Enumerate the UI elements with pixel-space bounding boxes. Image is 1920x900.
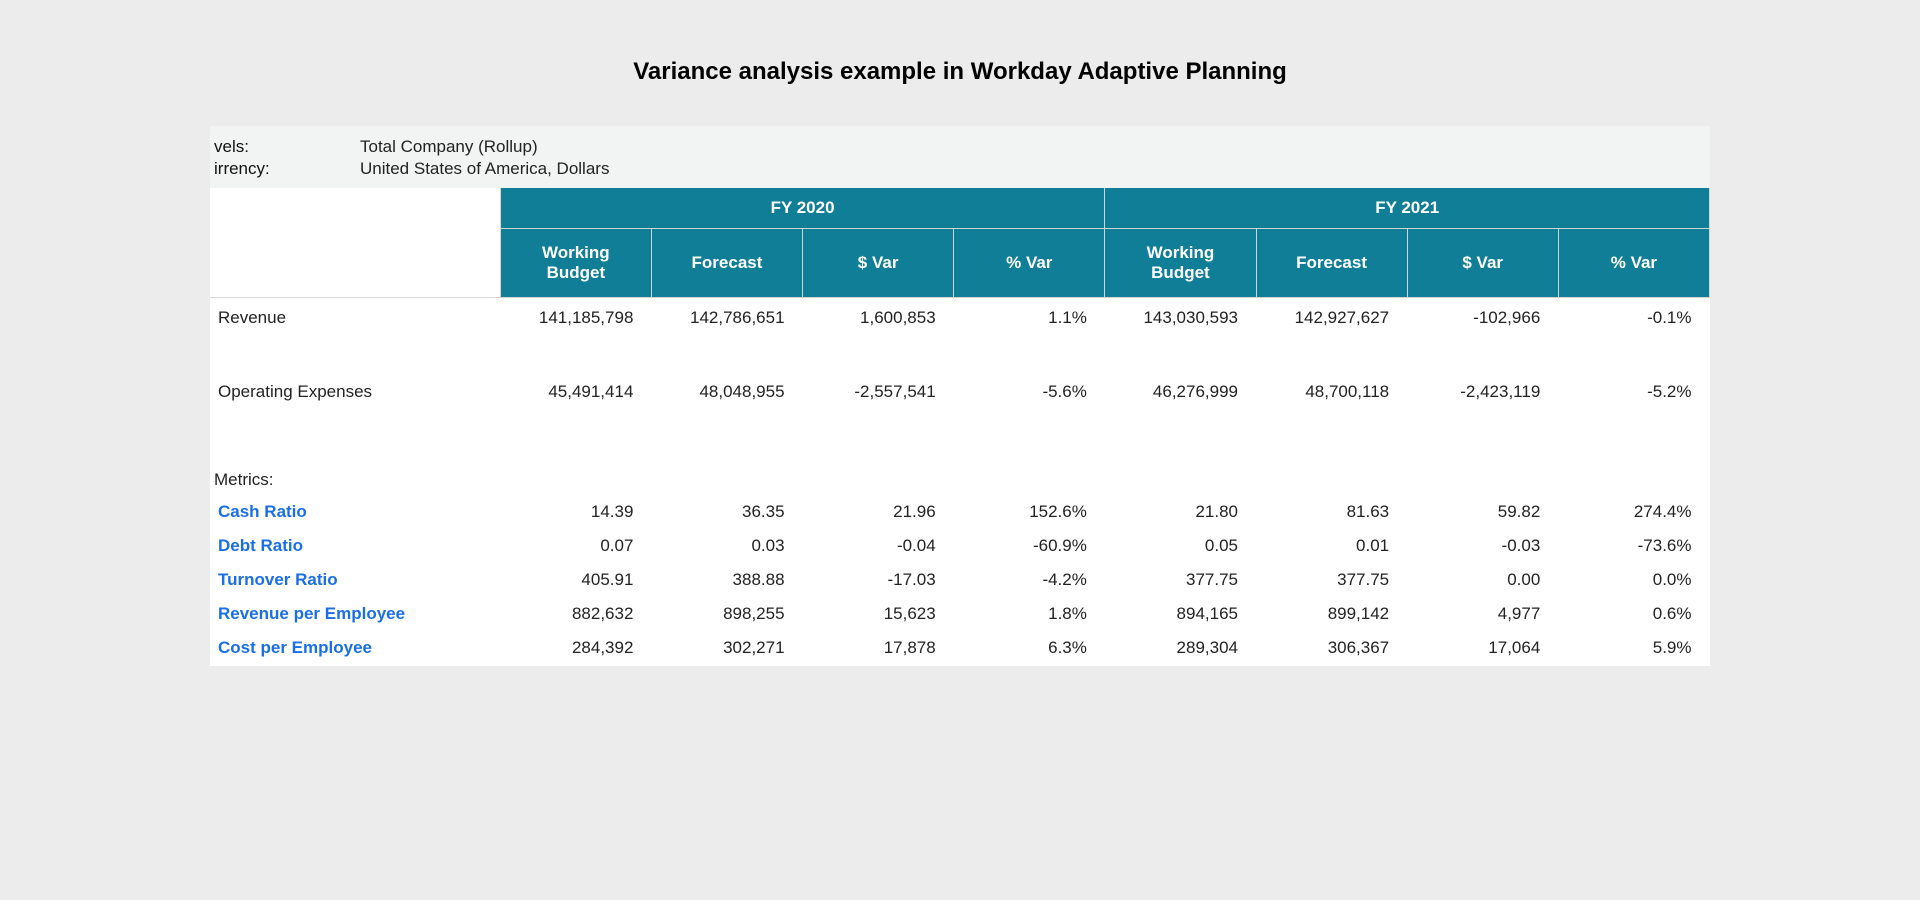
metric-link-cash-ratio[interactable]: Cash Ratio: [210, 496, 500, 530]
header-pct-var: % Var: [954, 229, 1105, 298]
header-pct-var: % Var: [1558, 229, 1709, 298]
cell: -2,557,541: [803, 372, 954, 446]
cell: 59.82: [1407, 496, 1558, 530]
metric-link-revenue-per-employee[interactable]: Revenue per Employee: [210, 598, 500, 632]
cell: 0.01: [1256, 530, 1407, 564]
row-debt-ratio: Debt Ratio 0.07 0.03 -0.04 -60.9% 0.05 0…: [210, 530, 1710, 564]
cell: 377.75: [1256, 564, 1407, 598]
header-dollar-var: $ Var: [1407, 229, 1558, 298]
cell: 81.63: [1256, 496, 1407, 530]
cell: 45,491,414: [500, 372, 651, 446]
cell: 274.4%: [1558, 496, 1709, 530]
cell: -4.2%: [954, 564, 1105, 598]
cell: 48,048,955: [651, 372, 802, 446]
cell: 377.75: [1105, 564, 1256, 598]
header-working-budget: WorkingBudget: [1105, 229, 1256, 298]
page-title: Variance analysis example in Workday Ada…: [0, 0, 1920, 126]
row-operating-expenses: Operating Expenses 45,491,414 48,048,955…: [210, 372, 1710, 446]
section-label: Metrics:: [210, 446, 1710, 496]
cell: 4,977: [1407, 598, 1558, 632]
row-turnover-ratio: Turnover Ratio 405.91 388.88 -17.03 -4.2…: [210, 564, 1710, 598]
report-meta: vels: Total Company (Rollup) irrency: Un…: [210, 126, 1710, 188]
cell: 0.0%: [1558, 564, 1709, 598]
header-forecast: Forecast: [651, 229, 802, 298]
cell: 1.8%: [954, 598, 1105, 632]
cell: 894,165: [1105, 598, 1256, 632]
levels-label: vels:: [210, 136, 360, 158]
cell: -0.04: [803, 530, 954, 564]
cell: 142,927,627: [1256, 298, 1407, 372]
cell: 46,276,999: [1105, 372, 1256, 446]
cell: 48,700,118: [1256, 372, 1407, 446]
cell: 899,142: [1256, 598, 1407, 632]
cell: 405.91: [500, 564, 651, 598]
header-forecast: Forecast: [1256, 229, 1407, 298]
cell: 306,367: [1256, 632, 1407, 666]
row-cash-ratio: Cash Ratio 14.39 36.35 21.96 152.6% 21.8…: [210, 496, 1710, 530]
cell: 17,878: [803, 632, 954, 666]
cell: 284,392: [500, 632, 651, 666]
cell: -60.9%: [954, 530, 1105, 564]
currency-label: irrency:: [210, 158, 360, 180]
cell: 21.96: [803, 496, 954, 530]
cell: -0.03: [1407, 530, 1558, 564]
cell: 302,271: [651, 632, 802, 666]
cell: -102,966: [1407, 298, 1558, 372]
cell: 0.05: [1105, 530, 1256, 564]
cell: -2,423,119: [1407, 372, 1558, 446]
header-year-2020: FY 2020: [500, 188, 1105, 229]
metric-link-debt-ratio[interactable]: Debt Ratio: [210, 530, 500, 564]
cell: 1.1%: [954, 298, 1105, 372]
row-label: Operating Expenses: [210, 372, 500, 446]
cell: 143,030,593: [1105, 298, 1256, 372]
cell: -17.03: [803, 564, 954, 598]
levels-value: Total Company (Rollup): [360, 136, 538, 158]
cell: 388.88: [651, 564, 802, 598]
cell: 36.35: [651, 496, 802, 530]
variance-table: FY 2020 FY 2021 WorkingBudget Forecast $…: [210, 188, 1710, 666]
cell: 289,304: [1105, 632, 1256, 666]
cell: 15,623: [803, 598, 954, 632]
section-metrics: Metrics:: [210, 446, 1710, 496]
cell: 142,786,651: [651, 298, 802, 372]
header-dollar-var: $ Var: [803, 229, 954, 298]
metric-link-cost-per-employee[interactable]: Cost per Employee: [210, 632, 500, 666]
cell: 898,255: [651, 598, 802, 632]
cell: 1,600,853: [803, 298, 954, 372]
cell: 152.6%: [954, 496, 1105, 530]
row-revenue: Revenue 141,185,798 142,786,651 1,600,85…: [210, 298, 1710, 372]
cell: 0.00: [1407, 564, 1558, 598]
cell: -5.2%: [1558, 372, 1709, 446]
cell: 0.07: [500, 530, 651, 564]
cell: 141,185,798: [500, 298, 651, 372]
cell: 0.6%: [1558, 598, 1709, 632]
cell: 17,064: [1407, 632, 1558, 666]
header-blank: [210, 188, 500, 298]
row-revenue-per-employee: Revenue per Employee 882,632 898,255 15,…: [210, 598, 1710, 632]
cell: 6.3%: [954, 632, 1105, 666]
cell: 14.39: [500, 496, 651, 530]
currency-value: United States of America, Dollars: [360, 158, 609, 180]
report-panel: vels: Total Company (Rollup) irrency: Un…: [210, 126, 1710, 666]
metric-link-turnover-ratio[interactable]: Turnover Ratio: [210, 564, 500, 598]
cell: 5.9%: [1558, 632, 1709, 666]
cell: -73.6%: [1558, 530, 1709, 564]
cell: -0.1%: [1558, 298, 1709, 372]
row-cost-per-employee: Cost per Employee 284,392 302,271 17,878…: [210, 632, 1710, 666]
row-label: Revenue: [210, 298, 500, 372]
cell: 21.80: [1105, 496, 1256, 530]
cell: 0.03: [651, 530, 802, 564]
header-working-budget: WorkingBudget: [500, 229, 651, 298]
cell: 882,632: [500, 598, 651, 632]
cell: -5.6%: [954, 372, 1105, 446]
header-year-2021: FY 2021: [1105, 188, 1710, 229]
